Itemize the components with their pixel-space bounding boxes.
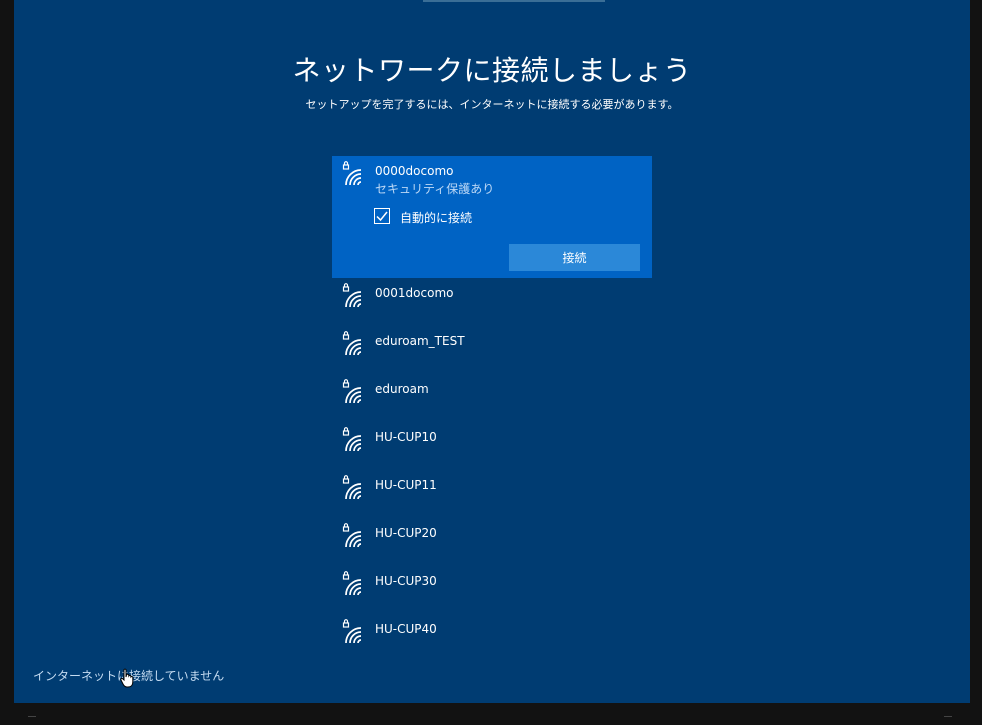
secured-wifi-icon: [342, 523, 362, 548]
auto-connect-label: 自動的に接続: [400, 211, 473, 225]
auto-connect-checkbox[interactable]: [374, 208, 390, 224]
network-ssid: HU-CUP40: [375, 622, 437, 636]
bottom-left-icon: [28, 716, 36, 723]
network-item[interactable]: HU-CUP40: [332, 614, 652, 662]
secured-wifi-icon: [342, 379, 362, 404]
network-ssid: HU-CUP20: [375, 526, 437, 540]
secured-wifi-icon: [342, 571, 362, 596]
top-accent-bar: [423, 0, 605, 2]
connect-button[interactable]: 接続: [509, 244, 640, 271]
page-title: ネットワークに接続しましょう: [292, 54, 692, 87]
page-subtitle: セットアップを完了するには、インターネットに接続する必要があります。: [305, 98, 679, 111]
secured-wifi-icon: [342, 331, 362, 356]
network-ssid: HU-CUP11: [375, 478, 437, 492]
network-ssid: 0001docomo: [375, 286, 454, 300]
secured-wifi-icon: [342, 475, 362, 500]
hand-cursor-icon: [120, 668, 134, 688]
setup-window: ネットワークに接続しましょう セットアップを完了するには、インターネットに接続す…: [14, 0, 970, 703]
network-ssid: 0000docomo: [375, 164, 454, 178]
network-item-selected[interactable]: 0000docomo セキュリティ保護あり 自動的に接続 接続: [332, 156, 652, 278]
secured-wifi-icon: [342, 427, 362, 452]
network-item[interactable]: HU-CUP10: [332, 422, 652, 470]
network-item[interactable]: HU-CUP20: [332, 518, 652, 566]
network-ssid: HU-CUP10: [375, 430, 437, 444]
network-item[interactable]: eduroam_TEST: [332, 326, 652, 374]
secured-wifi-icon: [342, 619, 362, 644]
secured-wifi-icon: [342, 161, 362, 186]
checkmark-icon: [376, 211, 388, 222]
network-item[interactable]: HU-CUP30: [332, 566, 652, 614]
secured-wifi-icon: [342, 283, 362, 308]
network-ssid: HU-CUP30: [375, 574, 437, 588]
network-list: 0000docomo セキュリティ保護あり 自動的に接続 接続 0001doco…: [332, 156, 652, 662]
network-item[interactable]: eduroam: [332, 374, 652, 422]
network-ssid: eduroam: [375, 382, 429, 396]
network-security-status: セキュリティ保護あり: [375, 182, 495, 196]
bottom-right-icon: [944, 716, 952, 723]
network-item[interactable]: HU-CUP11: [332, 470, 652, 518]
network-ssid: eduroam_TEST: [375, 334, 465, 348]
network-item[interactable]: 0001docomo: [332, 278, 652, 326]
